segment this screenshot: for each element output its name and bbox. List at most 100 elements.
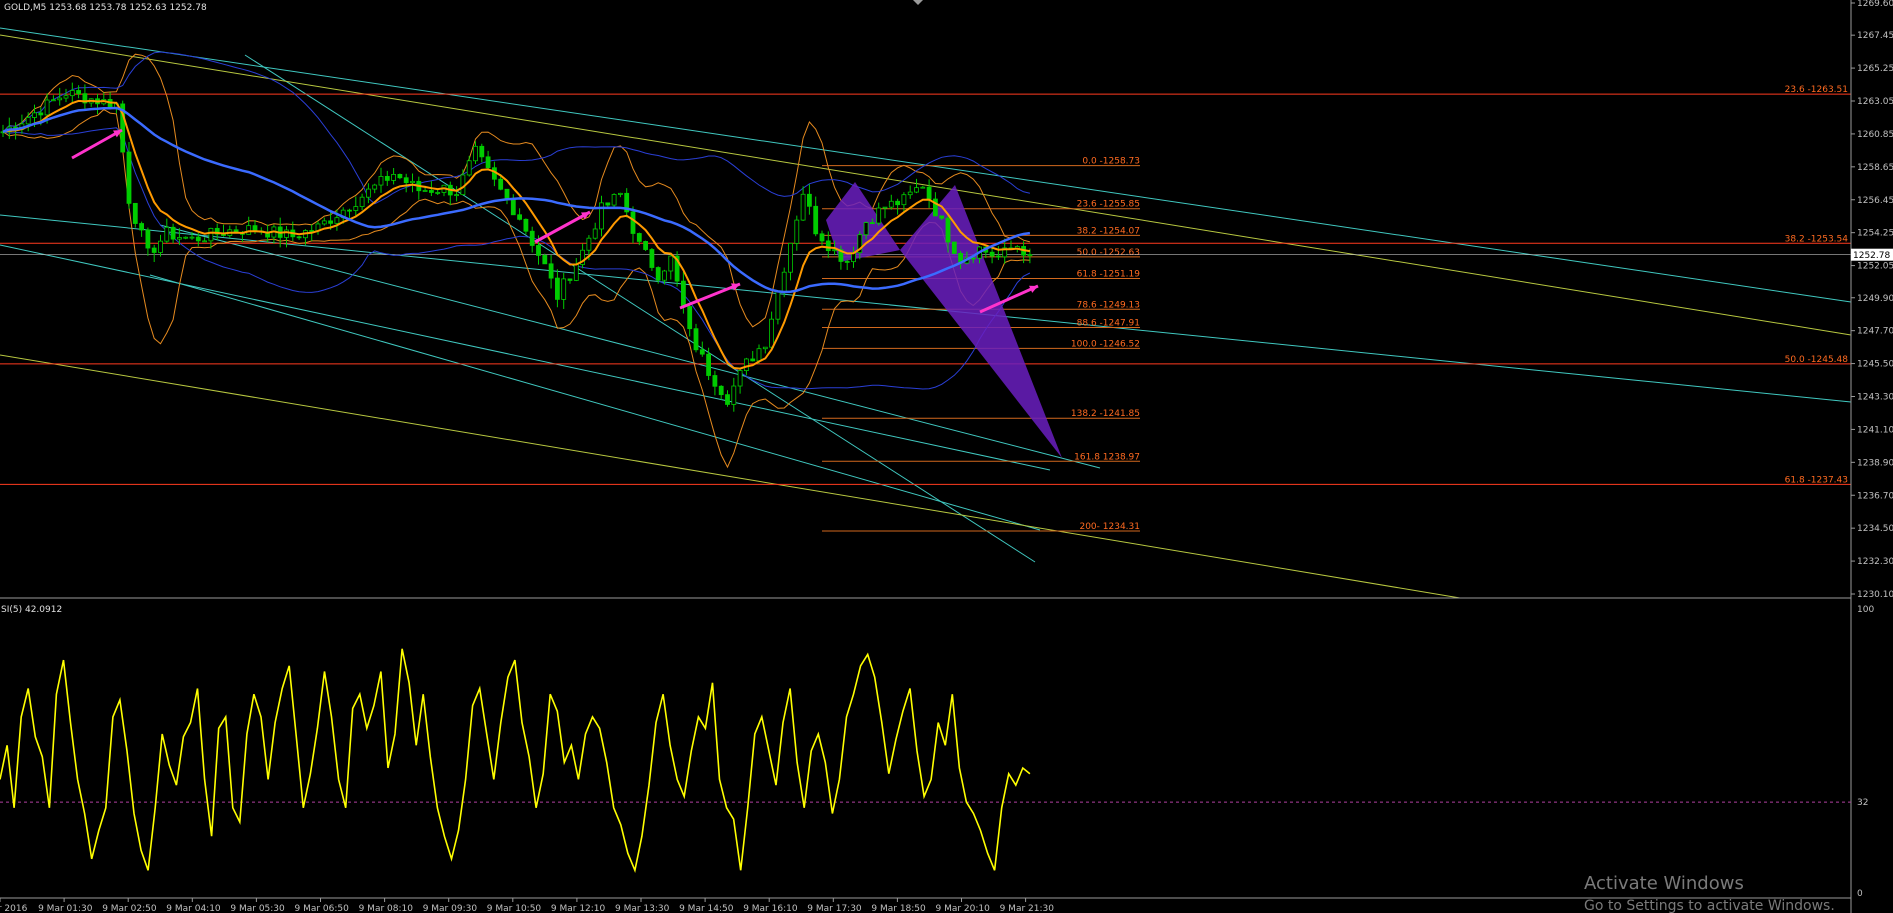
candle-body [567, 278, 573, 281]
candle-body [391, 173, 397, 181]
candle-body [756, 348, 762, 362]
candle-body [807, 193, 812, 207]
candle-body [996, 255, 1001, 258]
activation-watermark-title: Activate Windows [1584, 873, 1744, 894]
candle-body [611, 194, 617, 206]
candle-body [479, 145, 485, 158]
candle-body [926, 186, 932, 200]
candle-body [435, 192, 441, 194]
fib-local-label: 23.6 -1255.85 [1077, 200, 1140, 210]
candle-body [630, 211, 636, 234]
candle-body [901, 194, 907, 206]
candle-body [517, 214, 522, 220]
price-tick-label: 1236.70 [1857, 491, 1893, 501]
candle-body [781, 271, 787, 292]
candle-body [636, 233, 642, 242]
fib-local-label: 138.2 -1241.85 [1071, 409, 1140, 419]
candle-body [51, 99, 56, 102]
fib-local-label: 78.6 -1249.13 [1077, 300, 1140, 310]
candle-body [693, 328, 699, 351]
time-tick-label: 9 Mar 02:50 [102, 904, 157, 913]
candle-body [473, 145, 478, 162]
candle-body [914, 187, 919, 193]
candle-body [334, 217, 340, 224]
candle-body [183, 236, 189, 239]
candle-body [699, 349, 705, 355]
candle-body [819, 233, 825, 242]
fib-local-label: 161.8 1238.97 [1074, 452, 1140, 462]
oscillator-tick-label: 32 [1857, 798, 1868, 808]
time-tick-label: 9 Mar 21:30 [1000, 904, 1055, 913]
fib-local-label: 200- 1234.31 [1079, 522, 1140, 532]
candle-body [844, 261, 850, 263]
trading-chart[interactable]: 23.6 -1263.51 38.2 -1253.54 50.0 -1245.48 6… [0, 0, 1893, 913]
oscillator-tick-label: 0 [1857, 889, 1863, 899]
candle-body [561, 278, 567, 300]
candle-body [888, 200, 894, 208]
candle-body [592, 228, 598, 239]
candle-body [208, 227, 214, 242]
candle-body [359, 196, 365, 207]
price-tick-label: 1269.60 [1857, 0, 1893, 9]
candle-body [737, 370, 743, 387]
candle-body [870, 222, 875, 224]
price-tick-label: 1249.90 [1857, 294, 1893, 304]
candle-body [139, 223, 145, 231]
candle-body [668, 255, 674, 272]
candle-body [951, 241, 957, 254]
candle-body [44, 99, 50, 116]
price-tick-label: 1260.85 [1857, 130, 1893, 140]
time-tick-label: 9 Mar 2016 [0, 904, 28, 913]
candle-body [498, 178, 504, 190]
candle-body [989, 251, 995, 257]
time-tick-label: 9 Mar 12:10 [551, 904, 606, 913]
candle-body [384, 176, 390, 181]
candle-body [681, 280, 686, 307]
candle-body [202, 240, 208, 243]
time-tick-label: 9 Mar 13:30 [615, 904, 670, 913]
price-tick-label: 1238.90 [1857, 458, 1893, 468]
candle-body [466, 160, 472, 176]
fib-level-label: 38.2 -1253.54 [1785, 234, 1849, 244]
candle-body [195, 236, 201, 242]
candle-body [76, 90, 81, 95]
time-tick-label: 9 Mar 05:30 [230, 904, 285, 913]
candle-body [321, 220, 327, 225]
symbol-info: GOLD,M5 1253.68 1253.78 1252.63 1252.78 [4, 3, 207, 13]
candle-body [939, 215, 945, 219]
price-tick-label: 1232.30 [1857, 557, 1893, 567]
fib-local-label: 100.0 -1246.52 [1071, 339, 1140, 349]
fib-level-label: 61.8 -1237.43 [1785, 475, 1848, 485]
time-tick-label: 9 Mar 14:50 [679, 904, 734, 913]
candle-body [504, 188, 510, 200]
fib-local-label: 50.0 -1252.63 [1077, 248, 1140, 258]
candle-body [548, 263, 554, 279]
price-tick-label: 1265.25 [1857, 64, 1893, 74]
candle-body [126, 151, 132, 204]
fib-level-label: 50.0 -1245.48 [1785, 355, 1849, 365]
candle-body [176, 237, 182, 240]
candle-body [378, 176, 384, 186]
candle-body [132, 202, 138, 224]
candle-body [832, 249, 837, 252]
candle-body [428, 190, 434, 193]
candle-body [410, 180, 415, 184]
candle-body [788, 242, 793, 273]
time-tick-label: 9 Mar 17:30 [807, 904, 862, 913]
candle-body [536, 245, 541, 256]
candle-body [25, 117, 31, 125]
price-tick-label: 1254.25 [1857, 229, 1893, 239]
candle-body [712, 375, 718, 387]
fib-local-label: 88.6 -1247.91 [1077, 319, 1140, 329]
candle-body [296, 236, 302, 239]
candle-body [246, 225, 252, 235]
candle-body [662, 270, 667, 281]
fib-local-label: 38.2 -1254.07 [1077, 226, 1140, 236]
candle-body [523, 218, 529, 232]
time-tick-label: 9 Mar 06:50 [295, 904, 350, 913]
current-price-marker: 1252.78 [1851, 248, 1893, 261]
price-tick-label: 1241.10 [1857, 425, 1893, 435]
candle-body [643, 241, 648, 250]
candle-body [353, 206, 359, 211]
candle-body [158, 240, 163, 253]
